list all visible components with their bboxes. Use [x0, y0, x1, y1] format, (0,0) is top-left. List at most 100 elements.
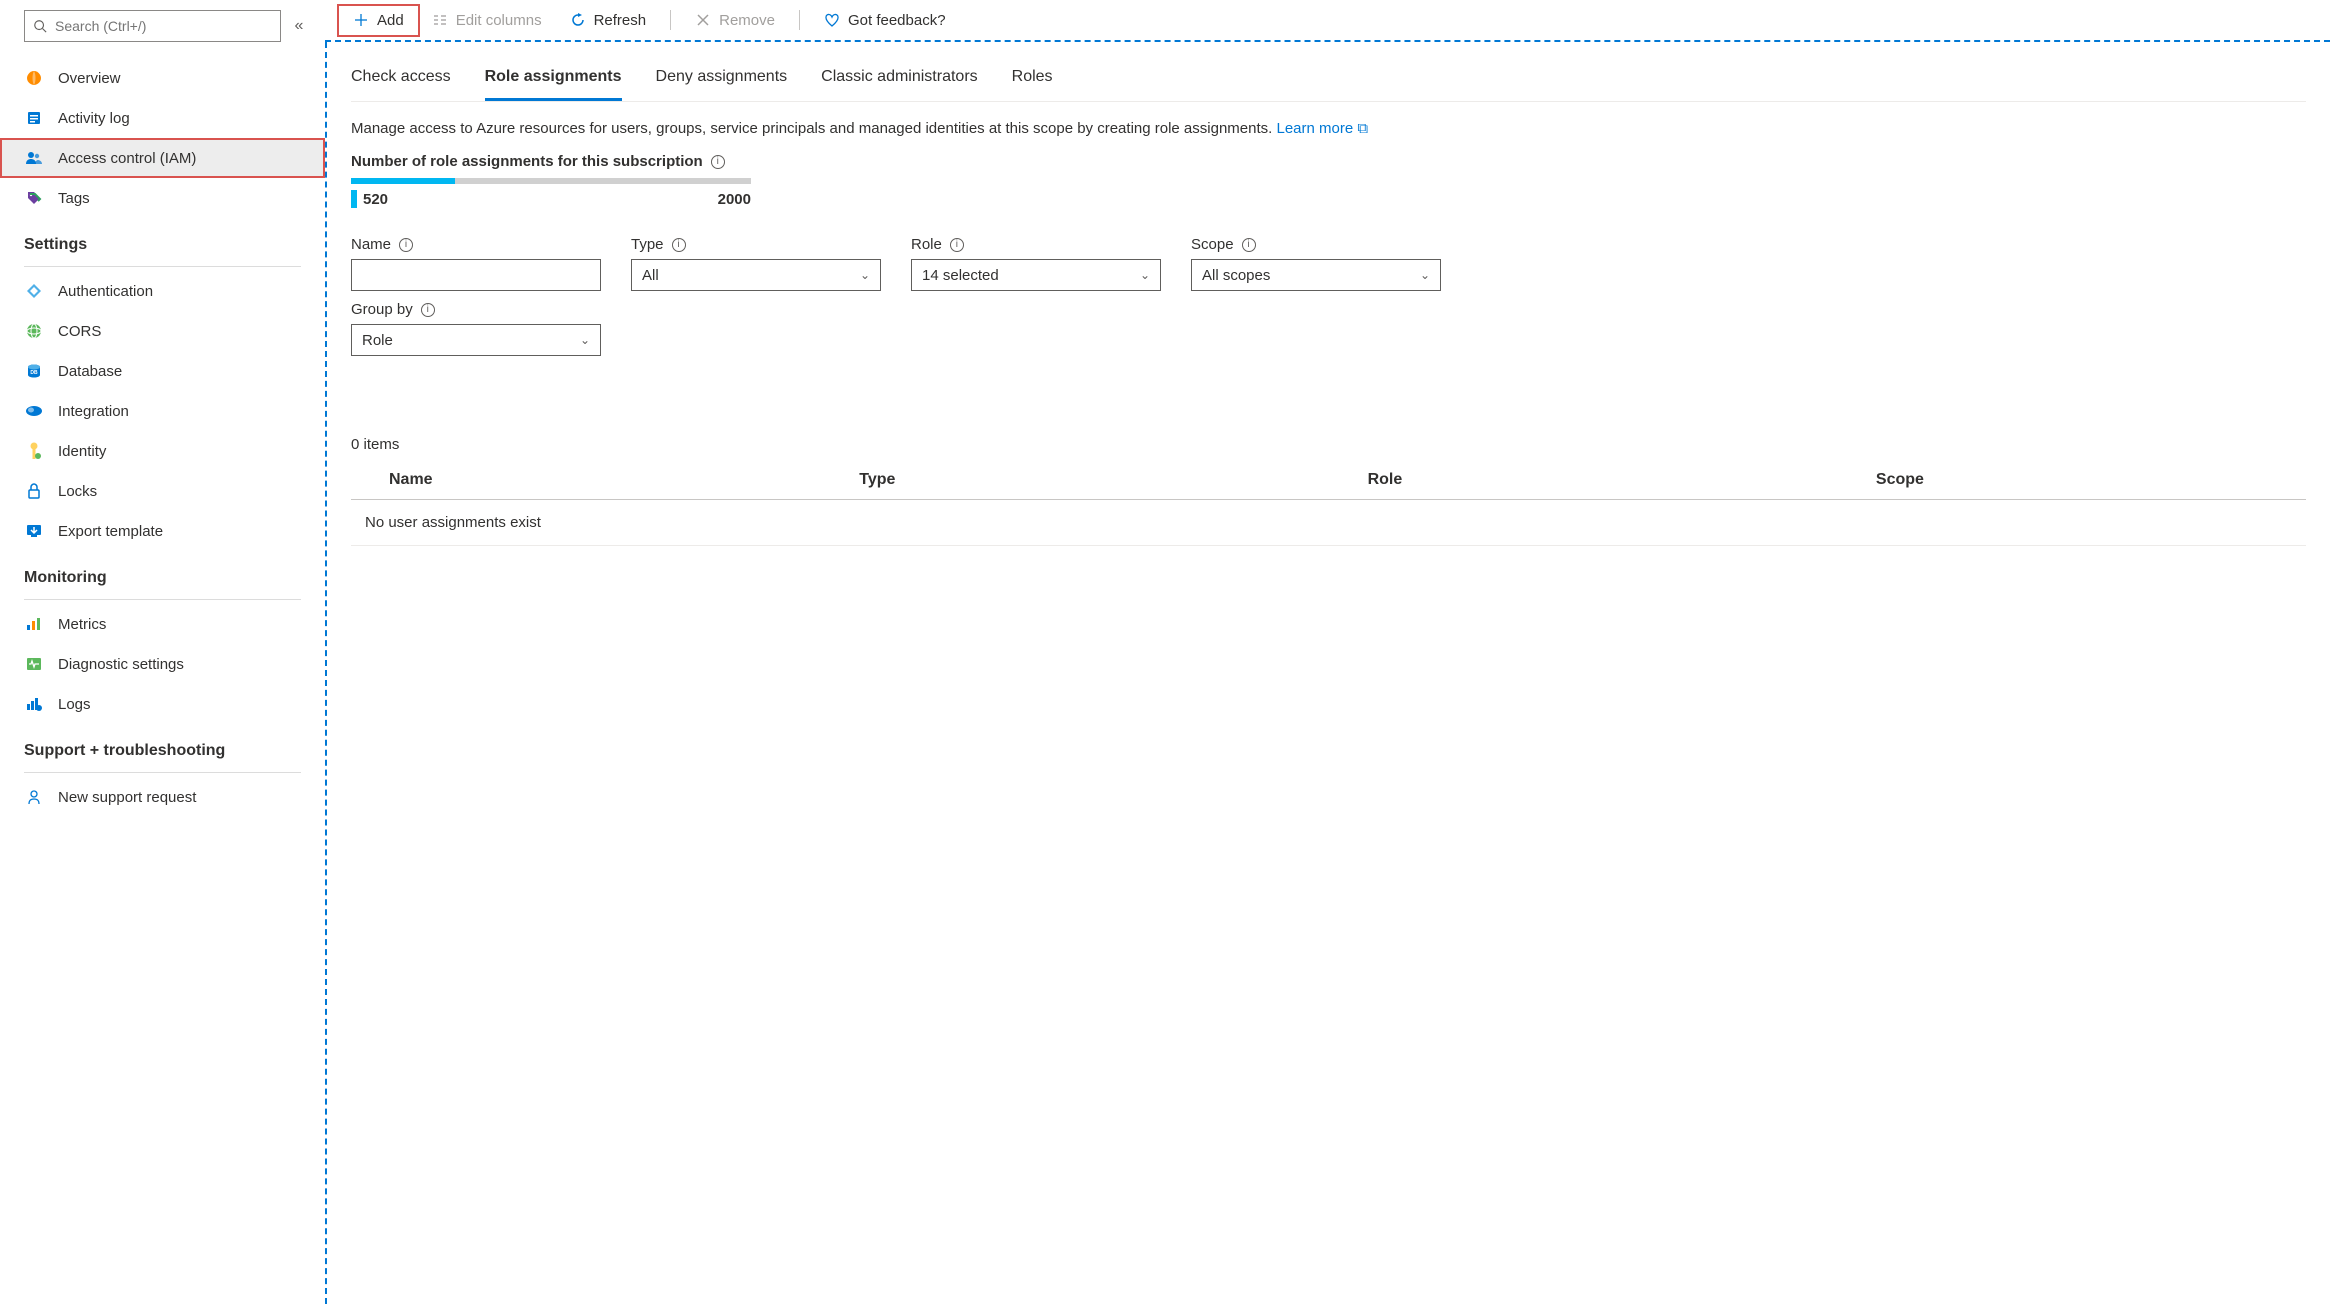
chevron-down-icon: ⌄ [1420, 268, 1430, 282]
tab-role-assignments[interactable]: Role assignments [485, 60, 622, 101]
sidebar-item-overview[interactable]: Overview [0, 58, 325, 98]
groupby-filter-value: Role [362, 332, 393, 349]
progress-fill [351, 178, 455, 184]
sidebar-item-label: New support request [58, 789, 196, 806]
refresh-button[interactable]: Refresh [556, 6, 661, 35]
sidebar-item-identity[interactable]: Identity [0, 431, 325, 471]
empty-message: No user assignments exist [351, 500, 2306, 546]
scope-filter-select[interactable]: All scopes⌄ [1191, 259, 1441, 291]
tab-deny-assignments[interactable]: Deny assignments [656, 60, 788, 101]
tab-classic-admins[interactable]: Classic administrators [821, 60, 977, 101]
name-filter-label: Name [351, 236, 391, 253]
info-icon[interactable]: i [950, 238, 964, 252]
remove-icon [695, 12, 711, 28]
people-icon [24, 148, 44, 168]
sidebar-item-export-template[interactable]: Export template [0, 511, 325, 551]
metrics-icon [24, 614, 44, 634]
role-filter-value: 14 selected [922, 267, 999, 284]
search-input[interactable] [55, 18, 272, 34]
sidebar-item-label: Access control (IAM) [58, 150, 196, 167]
sidebar-item-label: Logs [58, 696, 91, 713]
info-icon[interactable]: i [1242, 238, 1256, 252]
sidebar: « Overview Activity log Access control (… [0, 0, 325, 1304]
divider [24, 599, 301, 600]
description: Manage access to Azure resources for use… [351, 120, 2306, 137]
logs-icon [24, 694, 44, 714]
sidebar-item-label: Authentication [58, 283, 153, 300]
sidebar-item-support-request[interactable]: New support request [0, 777, 325, 817]
tags-icon [24, 188, 44, 208]
groupby-filter-select[interactable]: Role⌄ [351, 324, 601, 356]
sidebar-item-database[interactable]: DB Database [0, 351, 325, 391]
info-icon[interactable]: i [672, 238, 686, 252]
name-filter-input[interactable] [351, 259, 601, 291]
divider [24, 266, 301, 267]
th-role[interactable]: Role [1368, 471, 1876, 489]
learn-more-link[interactable]: Learn more ⧉ [1276, 120, 1368, 137]
legend-swatch [351, 190, 357, 208]
sidebar-item-label: Tags [58, 190, 90, 207]
tabs: Check access Role assignments Deny assig… [351, 60, 2306, 102]
sidebar-item-locks[interactable]: Locks [0, 471, 325, 511]
progress-bar [351, 178, 751, 184]
refresh-icon [570, 12, 586, 28]
info-icon[interactable]: i [421, 303, 435, 317]
info-icon[interactable]: i [399, 238, 413, 252]
diagnostic-icon [24, 654, 44, 674]
chevron-down-icon: ⌄ [1140, 268, 1150, 282]
feedback-button[interactable]: Got feedback? [810, 6, 960, 35]
svg-text:DB: DB [30, 370, 38, 376]
sidebar-item-metrics[interactable]: Metrics [0, 604, 325, 644]
tab-check-access[interactable]: Check access [351, 60, 451, 101]
integration-icon [24, 401, 44, 421]
section-heading-monitoring: Monitoring [0, 551, 325, 595]
remove-button[interactable]: Remove [681, 6, 789, 35]
th-type[interactable]: Type [859, 471, 1367, 489]
export-icon [24, 521, 44, 541]
items-count: 0 items [351, 436, 2306, 453]
sidebar-item-label: Integration [58, 403, 129, 420]
collapse-sidebar-button[interactable]: « [287, 17, 311, 35]
cors-icon [24, 321, 44, 341]
search-icon [33, 19, 47, 33]
sidebar-item-label: CORS [58, 323, 101, 340]
sidebar-item-label: Diagnostic settings [58, 656, 184, 673]
role-filter-label: Role [911, 236, 942, 253]
sidebar-item-authentication[interactable]: Authentication [0, 271, 325, 311]
role-filter-select[interactable]: 14 selected ⌄ [911, 259, 1161, 291]
section-heading-settings: Settings [0, 218, 325, 262]
search-box[interactable] [24, 10, 281, 42]
th-scope[interactable]: Scope [1876, 471, 2306, 489]
groupby-filter-label: Group by [351, 301, 413, 318]
count-heading-text: Number of role assignments for this subs… [351, 153, 703, 170]
section-heading-support: Support + troubleshooting [0, 724, 325, 768]
current-count: 520 [363, 191, 388, 208]
sidebar-item-activity-log[interactable]: Activity log [0, 98, 325, 138]
toolbar: Add Edit columns Refresh Remove Got feed… [325, 0, 2330, 42]
divider [24, 772, 301, 773]
activitylog-icon [24, 108, 44, 128]
max-count: 2000 [718, 191, 751, 208]
sidebar-item-label: Overview [58, 70, 121, 87]
info-icon[interactable]: i [711, 155, 725, 169]
th-name[interactable]: Name [351, 471, 859, 489]
scope-filter-label: Scope [1191, 236, 1234, 253]
sidebar-item-cors[interactable]: CORS [0, 311, 325, 351]
separator [799, 10, 800, 30]
sidebar-item-access-control[interactable]: Access control (IAM) [0, 138, 325, 178]
add-label: Add [377, 12, 404, 29]
auth-icon [24, 281, 44, 301]
refresh-label: Refresh [594, 12, 647, 29]
sidebar-item-tags[interactable]: Tags [0, 178, 325, 218]
locks-icon [24, 481, 44, 501]
sidebar-item-diagnostic[interactable]: Diagnostic settings [0, 644, 325, 684]
type-filter-select[interactable]: All⌄ [631, 259, 881, 291]
edit-columns-button[interactable]: Edit columns [418, 6, 556, 35]
description-text: Manage access to Azure resources for use… [351, 120, 1276, 137]
sidebar-item-label: Identity [58, 443, 106, 460]
sidebar-item-integration[interactable]: Integration [0, 391, 325, 431]
main-content: Add Edit columns Refresh Remove Got feed… [325, 0, 2330, 1304]
add-button[interactable]: Add [339, 6, 418, 35]
tab-roles[interactable]: Roles [1012, 60, 1053, 101]
sidebar-item-logs[interactable]: Logs [0, 684, 325, 724]
